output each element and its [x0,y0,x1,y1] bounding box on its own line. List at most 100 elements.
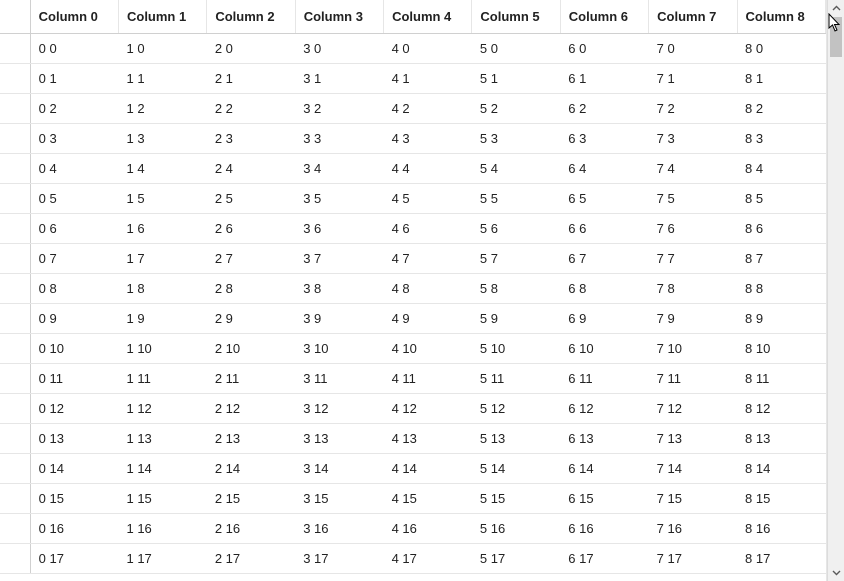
cell[interactable]: 5 0 [472,33,560,63]
cell[interactable]: 4 5 [384,183,472,213]
table-row[interactable]: 0 151 152 153 154 155 156 157 158 15 [0,483,826,513]
cell[interactable]: 2 0 [207,33,295,63]
row-header-cell[interactable] [0,123,30,153]
cell[interactable]: 3 0 [295,33,383,63]
cell[interactable]: 3 12 [295,393,383,423]
table-row[interactable]: 0 131 132 133 134 135 136 137 138 13 [0,423,826,453]
cell[interactable]: 0 2 [30,93,118,123]
cell[interactable]: 1 7 [118,243,206,273]
cell[interactable]: 5 12 [472,393,560,423]
cell[interactable]: 3 6 [295,213,383,243]
scroll-thumb[interactable] [830,17,842,57]
row-header-cell[interactable] [0,333,30,363]
cell[interactable]: 6 16 [560,513,648,543]
cell[interactable]: 2 8 [207,273,295,303]
cell[interactable]: 1 10 [118,333,206,363]
cell[interactable]: 6 11 [560,363,648,393]
table-row[interactable]: 0 111 112 113 114 115 116 117 118 11 [0,363,826,393]
cell[interactable]: 3 17 [295,543,383,573]
cell[interactable]: 0 7 [30,243,118,273]
cell[interactable]: 7 5 [649,183,737,213]
cell[interactable]: 1 17 [118,543,206,573]
table-row[interactable]: 0 91 92 93 94 95 96 97 98 9 [0,303,826,333]
column-header[interactable]: Column 7 [649,0,737,33]
cell[interactable]: 5 1 [472,63,560,93]
cell[interactable]: 6 17 [560,543,648,573]
cell[interactable]: 8 10 [737,333,826,363]
table-row[interactable]: 0 171 172 173 174 175 176 177 178 17 [0,543,826,573]
cell[interactable]: 0 14 [30,453,118,483]
cell[interactable]: 5 14 [472,453,560,483]
cell[interactable]: 2 2 [207,93,295,123]
cell[interactable]: 8 8 [737,273,826,303]
cell[interactable]: 2 4 [207,153,295,183]
row-header-corner[interactable] [0,0,30,33]
row-header-cell[interactable] [0,243,30,273]
cell[interactable]: 3 11 [295,363,383,393]
column-header[interactable]: Column 1 [118,0,206,33]
cell[interactable]: 6 10 [560,333,648,363]
cell[interactable]: 5 7 [472,243,560,273]
cell[interactable]: 8 13 [737,423,826,453]
cell[interactable]: 4 14 [384,453,472,483]
cell[interactable]: 5 13 [472,423,560,453]
cell[interactable]: 5 16 [472,513,560,543]
cell[interactable]: 1 8 [118,273,206,303]
cell[interactable]: 0 8 [30,273,118,303]
cell[interactable]: 2 3 [207,123,295,153]
cell[interactable]: 5 4 [472,153,560,183]
cell[interactable]: 4 0 [384,33,472,63]
cell[interactable]: 0 6 [30,213,118,243]
row-header-cell[interactable] [0,363,30,393]
cell[interactable]: 6 6 [560,213,648,243]
cell[interactable]: 4 10 [384,333,472,363]
cell[interactable]: 6 12 [560,393,648,423]
table-row[interactable]: 0 11 12 13 14 15 16 17 18 1 [0,63,826,93]
cell[interactable]: 1 9 [118,303,206,333]
cell[interactable]: 3 7 [295,243,383,273]
cell[interactable]: 3 9 [295,303,383,333]
column-header[interactable]: Column 0 [30,0,118,33]
cell[interactable]: 2 12 [207,393,295,423]
cell[interactable]: 4 1 [384,63,472,93]
cell[interactable]: 7 13 [649,423,737,453]
cell[interactable]: 8 2 [737,93,826,123]
cell[interactable]: 2 9 [207,303,295,333]
cell[interactable]: 5 6 [472,213,560,243]
cell[interactable]: 7 12 [649,393,737,423]
cell[interactable]: 8 5 [737,183,826,213]
column-header[interactable]: Column 3 [295,0,383,33]
table-row[interactable]: 0 71 72 73 74 75 76 77 78 7 [0,243,826,273]
cell[interactable]: 1 6 [118,213,206,243]
cell[interactable]: 1 11 [118,363,206,393]
scroll-down-button[interactable] [828,564,844,581]
cell[interactable]: 2 1 [207,63,295,93]
table-row[interactable]: 0 81 82 83 84 85 86 87 88 8 [0,273,826,303]
table-row[interactable]: 0 141 142 143 144 145 146 147 148 14 [0,453,826,483]
table-row[interactable]: 0 01 02 03 04 05 06 07 08 0 [0,33,826,63]
cell[interactable]: 1 16 [118,513,206,543]
cell[interactable]: 7 11 [649,363,737,393]
cell[interactable]: 2 16 [207,513,295,543]
column-header[interactable]: Column 5 [472,0,560,33]
cell[interactable]: 3 10 [295,333,383,363]
table-row[interactable]: 0 31 32 33 34 35 36 37 38 3 [0,123,826,153]
cell[interactable]: 7 17 [649,543,737,573]
cell[interactable]: 0 9 [30,303,118,333]
cell[interactable]: 4 6 [384,213,472,243]
cell[interactable]: 0 13 [30,423,118,453]
row-header-cell[interactable] [0,483,30,513]
cell[interactable]: 2 6 [207,213,295,243]
column-header[interactable]: Column 2 [207,0,295,33]
cell[interactable]: 0 16 [30,513,118,543]
row-header-cell[interactable] [0,183,30,213]
row-header-cell[interactable] [0,93,30,123]
cell[interactable]: 0 1 [30,63,118,93]
cell[interactable]: 8 16 [737,513,826,543]
cell[interactable]: 7 9 [649,303,737,333]
cell[interactable]: 7 1 [649,63,737,93]
cell[interactable]: 8 9 [737,303,826,333]
cell[interactable]: 7 14 [649,453,737,483]
table-row[interactable]: 0 161 162 163 164 165 166 167 168 16 [0,513,826,543]
cell[interactable]: 3 1 [295,63,383,93]
